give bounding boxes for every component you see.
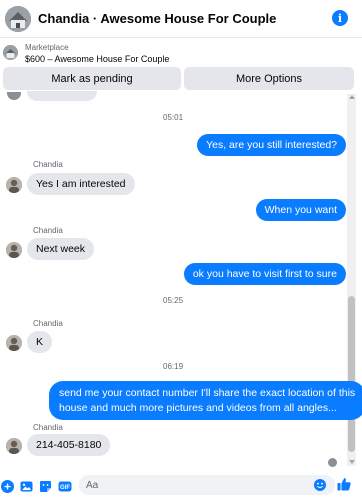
timestamp: 05:25 xyxy=(163,296,184,305)
message-input[interactable] xyxy=(79,475,335,495)
message-input-box[interactable] xyxy=(79,475,335,495)
avatar[interactable] xyxy=(6,242,22,258)
seen-avatar xyxy=(328,458,337,467)
conversation-header: Chandia · Awesome House For Couple i xyxy=(0,0,362,38)
listing-avatar[interactable] xyxy=(5,5,31,32)
scrollbar-thumb[interactable] xyxy=(348,296,355,452)
message-bubble-outgoing[interactable]: When you want xyxy=(255,199,346,221)
gif-label: GIF xyxy=(60,485,70,491)
listing-title[interactable]: $600 – Awesome House For Couple xyxy=(25,54,169,64)
message-bubble-incoming[interactable]: Next week xyxy=(27,238,95,260)
message-bubble-partial xyxy=(27,91,97,101)
timestamp: 06:19 xyxy=(163,362,184,371)
sender-name: Chandia xyxy=(33,423,63,432)
sticker-icon[interactable] xyxy=(39,480,52,493)
sender-name: Chandia xyxy=(33,226,63,235)
like-icon[interactable] xyxy=(337,477,351,491)
message-line: house and much more pictures and videos … xyxy=(59,401,337,414)
avatar[interactable] xyxy=(6,177,22,193)
listing-thumbnail xyxy=(3,45,18,60)
scroll-up-icon[interactable] xyxy=(349,95,355,99)
message-bubble-incoming[interactable]: 214-405-8180 xyxy=(27,434,111,456)
scroll-down-icon[interactable] xyxy=(349,460,355,464)
plus-icon[interactable] xyxy=(1,480,14,493)
more-options-button[interactable]: More Options xyxy=(184,67,354,90)
conversation-title[interactable]: Chandia · Awesome House For Couple xyxy=(38,11,276,26)
message-bubble-incoming[interactable]: K xyxy=(27,331,53,353)
sender-name: Chandia xyxy=(33,160,63,169)
marketplace-label: Marketplace xyxy=(25,43,69,52)
message-bubble-incoming[interactable]: Yes I am interested xyxy=(27,173,135,195)
message-line: send me your contact number I'll share t… xyxy=(59,387,356,399)
avatar[interactable] xyxy=(6,438,22,454)
photo-icon[interactable] xyxy=(20,480,33,493)
emoji-icon[interactable] xyxy=(314,479,326,491)
sender-name: Chandia xyxy=(33,319,63,328)
info-icon[interactable]: i xyxy=(332,10,348,26)
message-bubble-outgoing[interactable]: Yes, are you still interested? xyxy=(197,134,346,156)
message-bubble-outgoing[interactable]: ok you have to visit first to sure xyxy=(183,263,346,285)
avatar[interactable] xyxy=(6,335,22,351)
message-bubble-outgoing[interactable]: send me your contact number I'll share t… xyxy=(49,381,362,420)
mark-as-pending-button[interactable]: Mark as pending xyxy=(3,67,181,90)
avatar xyxy=(7,92,21,100)
timestamp: 05:01 xyxy=(163,113,184,122)
gif-icon[interactable]: GIF xyxy=(58,480,72,493)
